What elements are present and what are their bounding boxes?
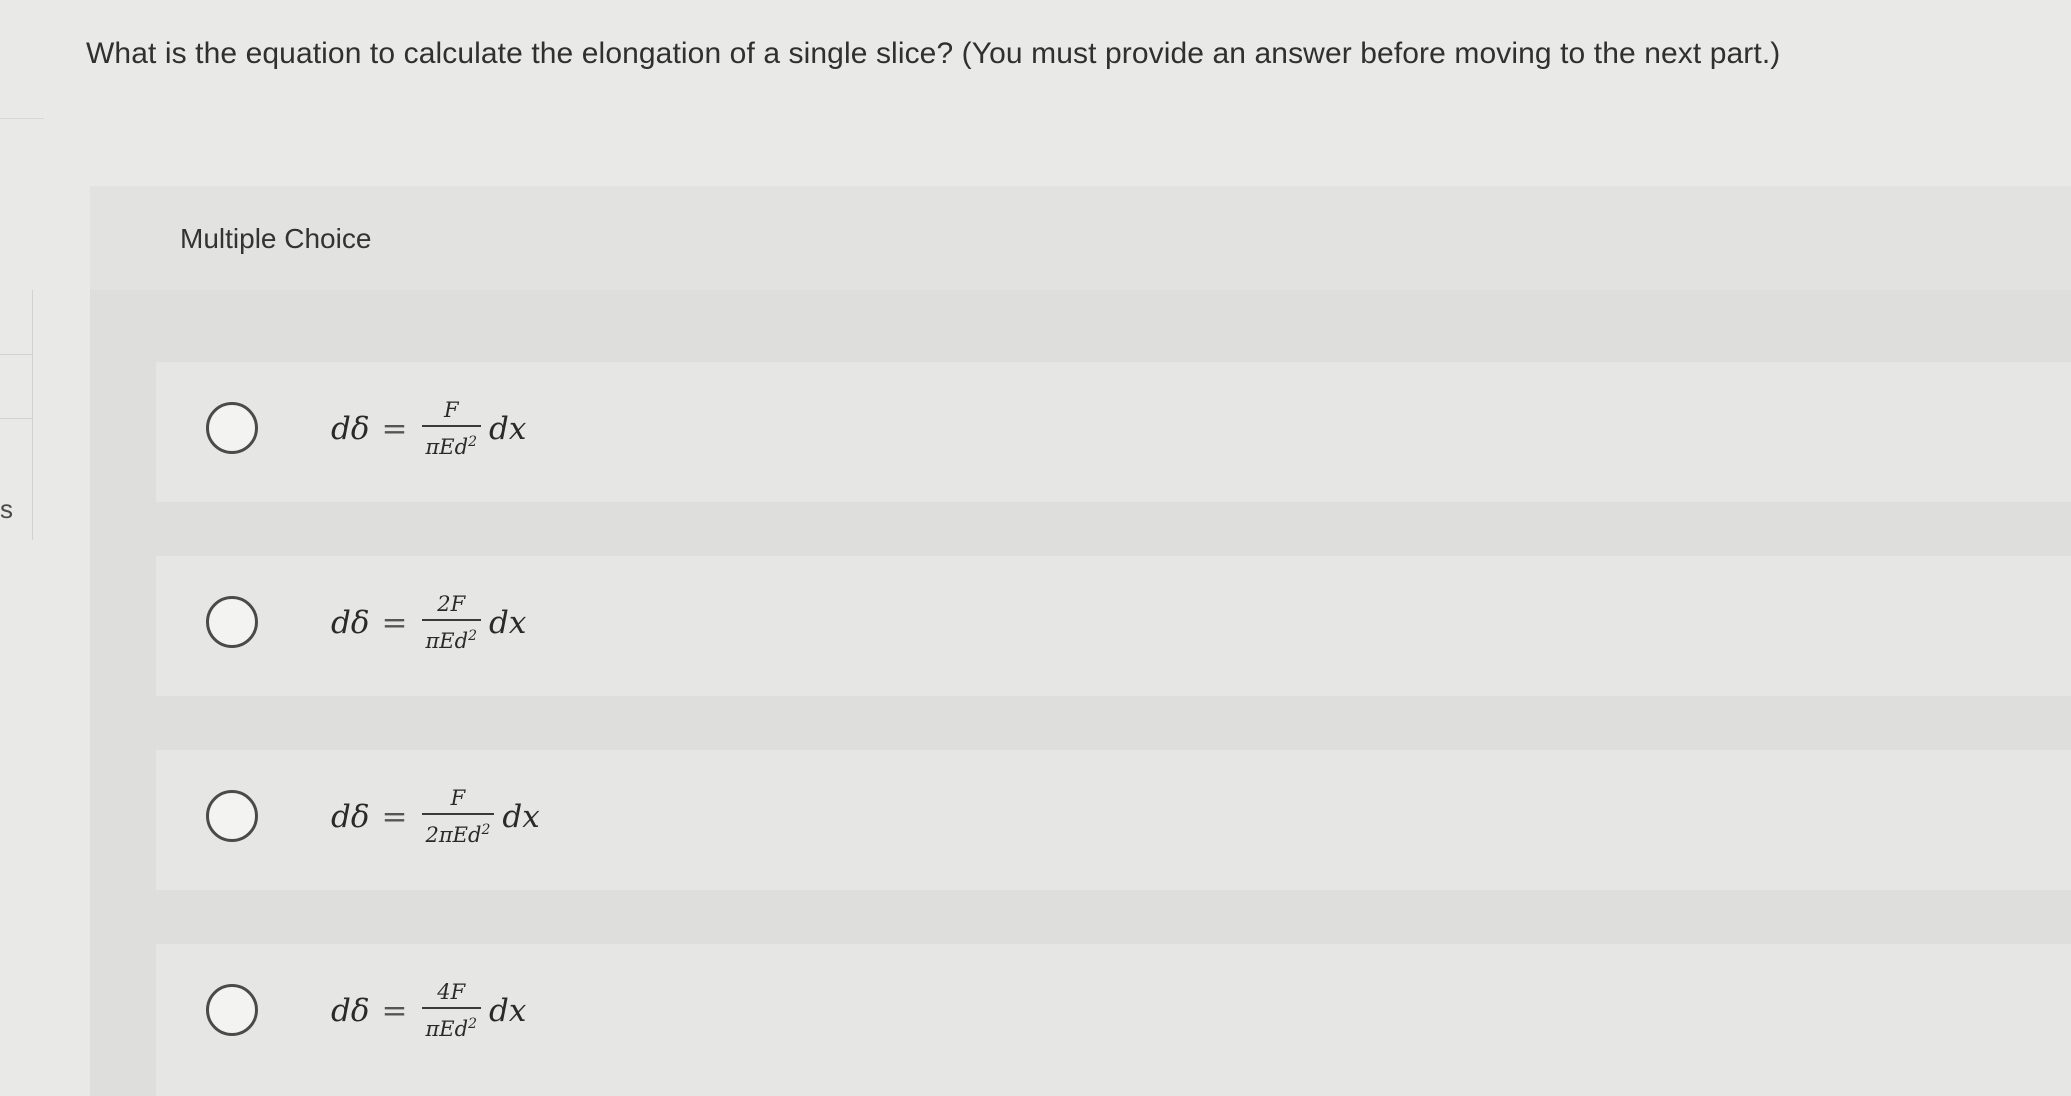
equals-sign: = [381,410,408,447]
radio-button-icon[interactable] [206,790,258,842]
sidebar-partial-label[interactable]: s [0,494,13,524]
radio-button-icon[interactable] [206,402,258,454]
choice-option-2[interactable]: dδ = 2F πEd2 dx [156,556,2071,696]
fraction-numerator: 4F [437,980,466,1004]
sidebar-divider [0,418,32,419]
equation: dδ = 4F πEd2 dx [331,980,526,1041]
equation-rhs: dx [502,798,540,835]
fraction-denominator: πEd2 [425,628,478,653]
question-text: What is the equation to calculate the el… [86,37,1781,70]
fraction: F πEd2 [421,398,481,459]
equation: dδ = 2F πEd2 dx [331,592,526,653]
equation-lhs: dδ [331,410,370,447]
equation-rhs: dx [489,410,527,447]
fraction: 2F πEd2 [421,592,481,653]
choice-option-1[interactable]: dδ = F πEd2 dx [156,362,2071,502]
fraction-numerator: F [443,398,459,422]
equation-rhs: dx [489,992,527,1029]
fraction-denominator: πEd2 [425,1016,478,1041]
equation-lhs: dδ [331,798,370,835]
equals-sign: = [381,992,408,1029]
fraction-numerator: F [450,786,466,810]
equals-sign: = [381,798,408,835]
multiple-choice-label: Multiple Choice [180,223,372,254]
fraction-numerator: 2F [437,592,466,616]
fraction-denominator: 2πEd2 [425,822,491,847]
equation: dδ = F πEd2 dx [331,398,526,459]
multiple-choice-header [90,186,2071,290]
fraction: F 2πEd2 [421,786,495,847]
equation-lhs: dδ [331,992,370,1029]
choice-option-3[interactable]: dδ = F 2πEd2 dx [156,750,2071,890]
equation-lhs: dδ [331,604,370,641]
radio-button-icon[interactable] [206,596,258,648]
fraction-denominator: πEd2 [425,434,478,459]
equals-sign: = [381,604,408,641]
sidebar-divider [0,354,32,355]
equation: dδ = F 2πEd2 dx [331,786,540,847]
choice-option-4[interactable]: dδ = 4F πEd2 dx [156,944,2071,1096]
equation-rhs: dx [489,604,527,641]
divider [0,118,44,119]
fraction: 4F πEd2 [421,980,481,1041]
radio-button-icon[interactable] [206,984,258,1036]
